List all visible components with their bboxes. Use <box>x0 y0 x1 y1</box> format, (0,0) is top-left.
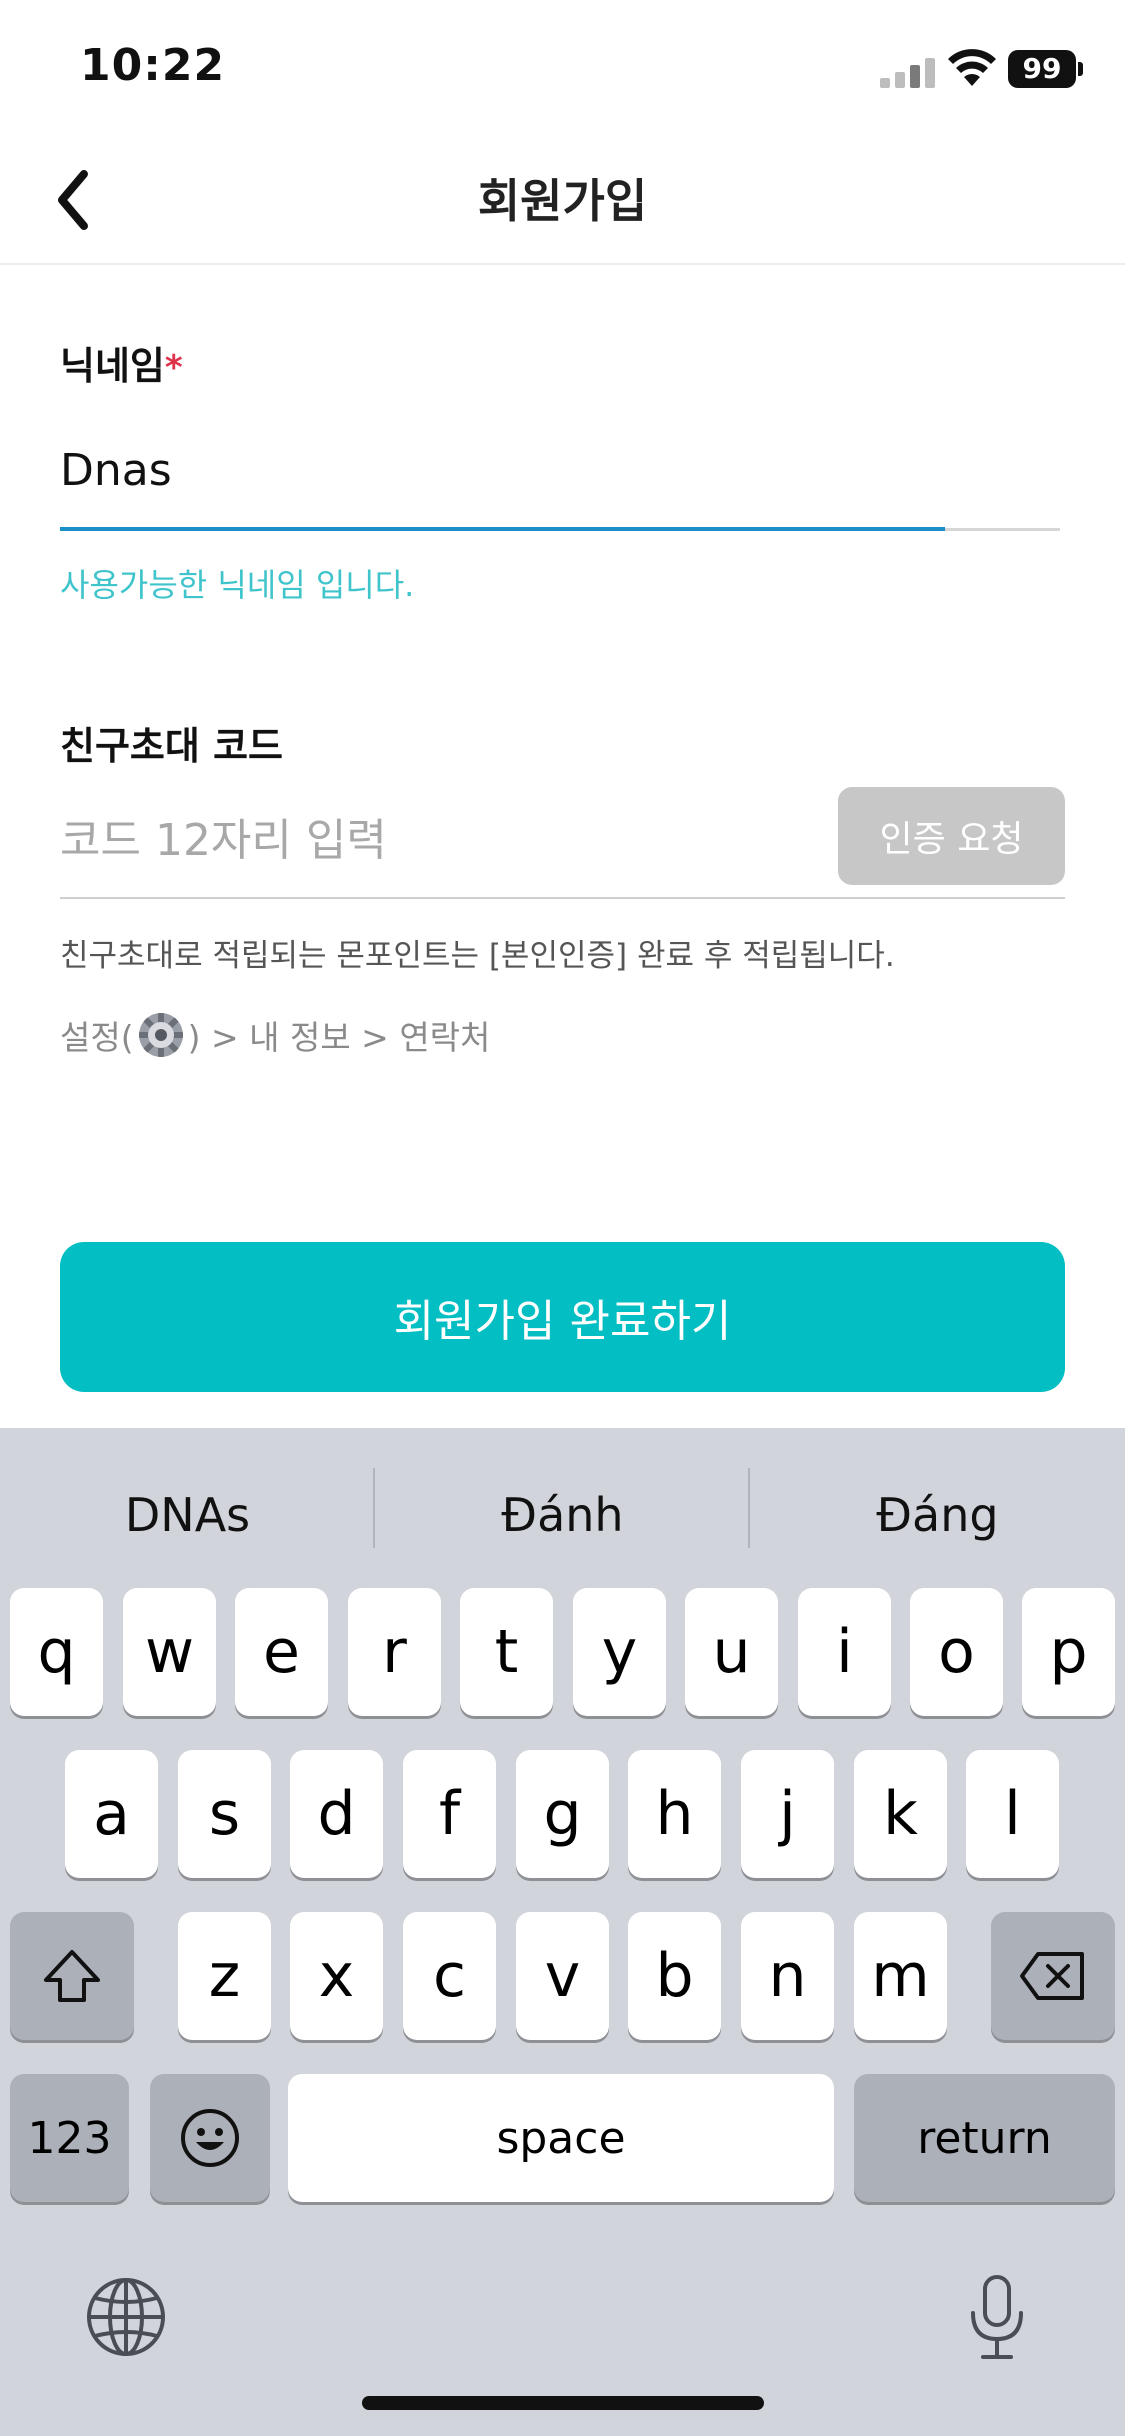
cellular-signal-icon <box>880 58 935 88</box>
globe-icon[interactable] <box>85 2276 167 2358</box>
delete-key[interactable] <box>991 1912 1115 2040</box>
suggestion-1[interactable]: DNAs <box>0 1488 375 1542</box>
nickname-underline-active <box>60 527 945 531</box>
signup-screen: 10:22 99 회원가입 닉네임* 사용가능한 닉네임 입니다. 친구초대 코… <box>0 0 1125 2436</box>
key-m[interactable]: m <box>854 1912 947 2040</box>
nickname-label: 닉네임* <box>60 335 183 390</box>
settings-path-prefix: 설정( <box>60 1018 134 1057</box>
key-s[interactable]: s <box>178 1750 271 1878</box>
key-g[interactable]: g <box>516 1750 609 1878</box>
numbers-key[interactable]: 123 <box>10 2074 129 2202</box>
emoji-icon <box>181 2109 239 2167</box>
keyboard: DNAs Đánh Đáng q w e r t y u i o p a s d… <box>0 1428 1125 2436</box>
key-o[interactable]: o <box>910 1588 1003 1716</box>
key-f[interactable]: f <box>403 1750 496 1878</box>
nickname-label-text: 닉네임 <box>60 344 165 388</box>
status-time: 10:22 <box>80 40 226 91</box>
suggestion-2[interactable]: Đánh <box>375 1488 750 1542</box>
key-b[interactable]: b <box>628 1912 721 2040</box>
microphone-icon[interactable] <box>965 2273 1029 2363</box>
backspace-icon <box>1020 1952 1084 2000</box>
key-t[interactable]: t <box>460 1588 553 1716</box>
key-a[interactable]: a <box>65 1750 158 1878</box>
required-mark: * <box>164 348 183 388</box>
key-v[interactable]: v <box>516 1912 609 2040</box>
verify-request-button[interactable]: 인증 요청 <box>838 787 1065 885</box>
emoji-key[interactable] <box>150 2074 270 2202</box>
key-l[interactable]: l <box>966 1750 1059 1878</box>
key-y[interactable]: y <box>573 1588 666 1716</box>
key-k[interactable]: k <box>854 1750 947 1878</box>
return-key[interactable]: return <box>854 2074 1115 2202</box>
key-w[interactable]: w <box>123 1588 216 1716</box>
space-key[interactable]: space <box>288 2074 834 2202</box>
shift-key[interactable] <box>10 1912 134 2040</box>
nickname-availability-hint: 사용가능한 닉네임 입니다. <box>60 566 415 604</box>
key-q[interactable]: q <box>10 1588 103 1716</box>
suggestion-3[interactable]: Đáng <box>750 1488 1125 1542</box>
nav-bar: 회원가입 <box>0 135 1125 265</box>
key-e[interactable]: e <box>235 1588 328 1716</box>
key-i[interactable]: i <box>798 1588 891 1716</box>
key-j[interactable]: j <box>741 1750 834 1878</box>
wifi-icon <box>948 49 996 86</box>
key-c[interactable]: c <box>403 1912 496 2040</box>
home-indicator <box>362 2396 764 2410</box>
status-bar: 10:22 99 <box>0 0 1125 135</box>
settings-path-suffix: ) > 내 정보 > 연락처 <box>187 1018 491 1057</box>
key-h[interactable]: h <box>628 1750 721 1878</box>
invite-code-underline <box>60 897 1065 899</box>
battery-icon: 99 <box>1008 50 1083 88</box>
gear-icon <box>138 1013 183 1057</box>
settings-path-hint: 설정( ) > 내 정보 > 연락처 <box>60 1010 490 1060</box>
key-n[interactable]: n <box>741 1912 834 2040</box>
key-z[interactable]: z <box>178 1912 271 2040</box>
invite-points-note: 친구초대로 적립되는 몬포인트는 [본인인증] 완료 후 적립됩니다. <box>60 938 895 974</box>
nickname-input[interactable] <box>60 435 960 505</box>
key-r[interactable]: r <box>348 1588 441 1716</box>
shift-icon <box>44 1950 100 2002</box>
key-p[interactable]: p <box>1022 1588 1115 1716</box>
invite-code-label: 친구초대 코드 <box>60 724 283 768</box>
signup-complete-button[interactable]: 회원가입 완료하기 <box>60 1242 1065 1392</box>
key-x[interactable]: x <box>290 1912 383 2040</box>
page-title: 회원가입 <box>477 174 648 228</box>
key-d[interactable]: d <box>290 1750 383 1878</box>
key-u[interactable]: u <box>685 1588 778 1716</box>
invite-code-input[interactable] <box>60 805 820 875</box>
